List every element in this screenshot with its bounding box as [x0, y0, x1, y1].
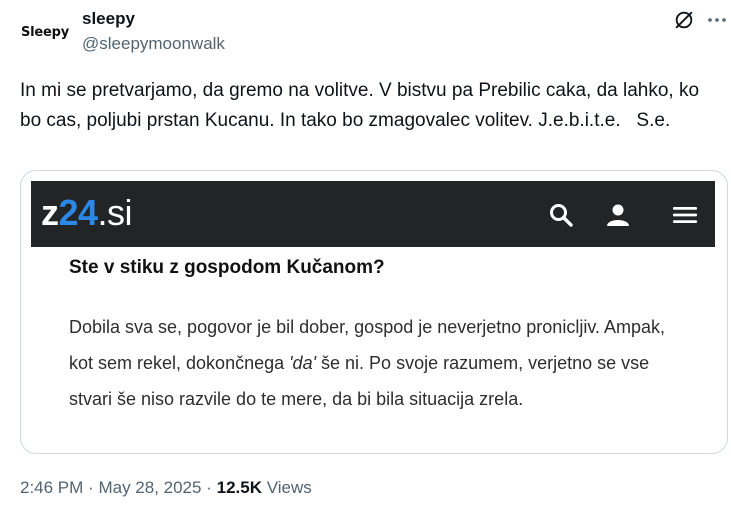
- meta-separator: ·: [206, 478, 212, 497]
- tweet-date[interactable]: May 28, 2025: [98, 478, 201, 497]
- hamburger-menu-icon: [673, 207, 697, 223]
- views-count[interactable]: 12.5K: [217, 478, 262, 497]
- article-screenshot: z24.si Ste v stiku z gospodom Kučanom? D…: [31, 181, 715, 453]
- site-logo-z: z: [41, 192, 59, 233]
- tweet-footer-meta: 2:46 PM · May 28, 2025 · 12.5K Views: [20, 478, 312, 498]
- tweet-avatar[interactable]: Sleepy: [18, 14, 72, 50]
- site-logo-24: 24: [58, 192, 99, 233]
- tweet-time[interactable]: 2:46 PM: [20, 478, 83, 497]
- user-icon: [607, 204, 629, 226]
- views-label: Views: [266, 478, 312, 497]
- tweet-text: In mi se pretvarjamo, da gremo na volitv…: [20, 80, 705, 131]
- media-card[interactable]: z24.si Ste v stiku z gospodom Kučanom? D…: [20, 170, 728, 454]
- article-body-emphasis: 'da': [289, 353, 317, 373]
- site-logo-tld: .si: [97, 192, 133, 233]
- grok-icon[interactable]: [673, 9, 695, 31]
- site-header: z24.si: [31, 181, 715, 247]
- author-handle[interactable]: @sleepymoonwalk: [82, 34, 225, 54]
- site-logo: z24.si: [41, 192, 133, 233]
- more-options-icon[interactable]: [706, 10, 728, 30]
- article-body: Dobila sva se, pogovor je bil dober, gos…: [69, 309, 689, 417]
- search-icon: [550, 204, 573, 227]
- meta-separator: ·: [88, 478, 94, 497]
- author-display-name[interactable]: sleepy: [82, 9, 135, 29]
- article-heading: Ste v stiku z gospodom Kučanom?: [69, 257, 385, 278]
